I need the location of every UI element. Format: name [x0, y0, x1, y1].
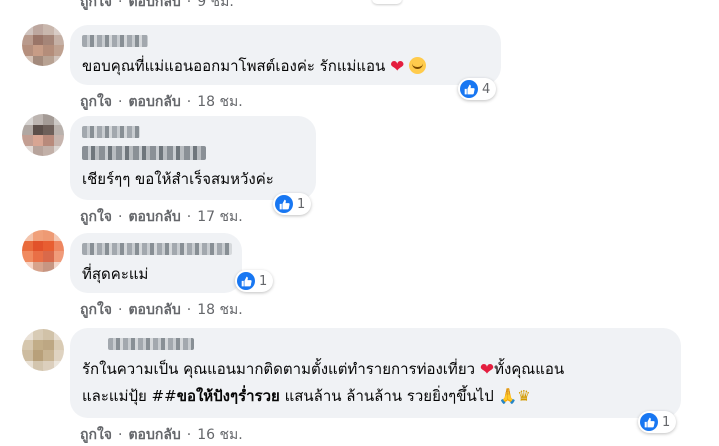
heart-icon: ❤: [390, 57, 405, 77]
like-link[interactable]: ถูกใจ: [80, 209, 112, 225]
comment-bubble: เชียร์ๆๆ ขอให้สำเร็จสมหวังค่ะ: [70, 116, 316, 200]
smiling-face-icon: [409, 57, 427, 74]
reply-link[interactable]: ตอบกลับ: [128, 427, 180, 443]
reaction-badge-partial[interactable]: [372, 0, 402, 4]
like-link[interactable]: ถูกใจ: [80, 427, 112, 443]
avatar[interactable]: [22, 24, 64, 66]
reaction-badge[interactable]: 1: [235, 270, 274, 292]
reply-link[interactable]: ตอบกลับ: [128, 302, 180, 318]
comment-actions-partial: ถูกใจ · ตอบกลับ · 9 ชม.: [80, 0, 234, 13]
blurred-content: [82, 146, 206, 160]
like-icon: [275, 195, 293, 213]
reaction-count: 1: [662, 414, 671, 430]
reaction-count: 1: [297, 196, 306, 212]
heart-icon: ❤: [479, 360, 495, 380]
reply-link[interactable]: ตอบกลับ: [128, 209, 180, 225]
like-link[interactable]: ถูกใจ: [80, 0, 112, 10]
like-icon: [460, 80, 478, 98]
reaction-badge[interactable]: 1: [638, 411, 677, 433]
commenter-name[interactable]: [82, 243, 232, 255]
comment-actions: ถูกใจ · ตอบกลับ · 18 ชม.: [80, 302, 243, 318]
comment-actions: ถูกใจ · ตอบกลับ · 16 ชม.: [80, 427, 243, 443]
comment-actions: ถูกใจ · ตอบกลับ · 18 ชม.: [80, 94, 243, 110]
like-link[interactable]: ถูกใจ: [80, 94, 112, 110]
hashtag-link[interactable]: ขอให้ปังๆร่ำรวย: [177, 387, 280, 405]
comment-time[interactable]: 16 ชม.: [197, 427, 242, 443]
like-link[interactable]: ถูกใจ: [80, 302, 112, 318]
comment-bubble: รักในความเป็น คุณแอนมากติดตามตั้งแต่ทำรา…: [70, 328, 681, 418]
reaction-count: 1: [259, 273, 268, 289]
commenter-name[interactable]: [82, 35, 148, 47]
comment-time[interactable]: 18 ชม.: [197, 94, 242, 110]
reaction-badge[interactable]: 4: [458, 78, 497, 100]
reply-link[interactable]: ตอบกลับ: [128, 0, 180, 10]
comment-bubble: ขอบคุณที่แม่แอนออกมาโพสต์เองค่ะ รักแม่แอ…: [70, 25, 501, 85]
comment-text: ที่สุดคะแม่: [82, 265, 149, 283]
comment-text: ขอบคุณที่แม่แอนออกมาโพสต์เองค่ะ รักแม่แอ…: [82, 55, 427, 77]
like-icon: [237, 272, 255, 290]
avatar[interactable]: [22, 114, 64, 156]
avatar[interactable]: [22, 230, 64, 272]
comment-time[interactable]: 9 ชม.: [197, 0, 234, 10]
comment-time[interactable]: 18 ชม.: [197, 302, 242, 318]
comment-text: เชียร์ๆๆ ขอให้สำเร็จสมหวังค่ะ: [82, 170, 274, 188]
comment-bubble: ที่สุดคะแม่: [70, 233, 242, 293]
folded-hands-icon: 🙏: [498, 387, 518, 405]
commenter-name[interactable]: [82, 126, 140, 138]
crown-icon: ♛: [517, 387, 531, 405]
reaction-badge[interactable]: 1: [273, 193, 312, 215]
comment-text-line-1: รักในความเป็น คุณแอนมากติดตามตั้งแต่ทำรา…: [82, 360, 565, 380]
like-icon: [640, 413, 658, 431]
comment-text-line-2: และแม่ปุ้ย ##ขอให้ปังๆร่ำรวย แสนล้าน ล้า…: [82, 387, 531, 405]
commenter-name[interactable]: [108, 338, 194, 350]
reaction-count: 4: [482, 81, 491, 97]
comment-time[interactable]: 17 ชม.: [197, 209, 242, 225]
avatar[interactable]: [22, 329, 64, 371]
reply-link[interactable]: ตอบกลับ: [128, 94, 180, 110]
comment-actions: ถูกใจ · ตอบกลับ · 17 ชม.: [80, 209, 243, 225]
